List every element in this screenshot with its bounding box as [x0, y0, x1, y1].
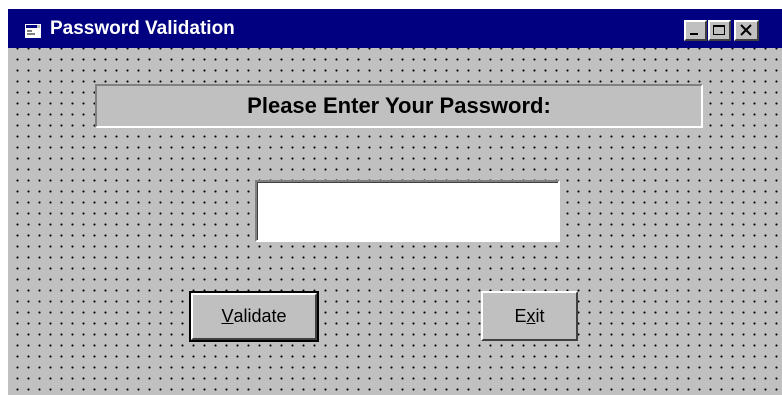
validate-button[interactable]: Validate — [189, 291, 319, 342]
form-icon — [25, 24, 41, 38]
prompt-label-box: Please Enter Your Password: — [95, 84, 703, 128]
prompt-label: Please Enter Your Password: — [247, 93, 551, 118]
close-icon — [740, 24, 752, 36]
maximize-icon — [713, 25, 725, 35]
minimize-button[interactable] — [684, 20, 707, 41]
form-client-area: Please Enter Your Password: Validate Exi… — [8, 48, 782, 395]
minimize-icon — [690, 33, 698, 35]
validate-mnemonic: V — [221, 306, 234, 326]
exit-label-start: E — [514, 305, 527, 326]
maximize-button[interactable] — [708, 20, 731, 41]
exit-mnemonic: x — [526, 305, 536, 326]
password-input[interactable] — [255, 180, 560, 242]
validate-label-rest: alidate — [233, 306, 287, 326]
password-validation-window: Password Validation Please Enter Your Pa… — [8, 9, 782, 395]
window-title: Password Validation — [50, 18, 235, 39]
exit-label-end: it — [535, 305, 545, 326]
title-bar[interactable]: Password Validation — [8, 9, 782, 48]
exit-button[interactable]: Ex it — [481, 291, 578, 341]
close-button[interactable] — [734, 20, 759, 41]
